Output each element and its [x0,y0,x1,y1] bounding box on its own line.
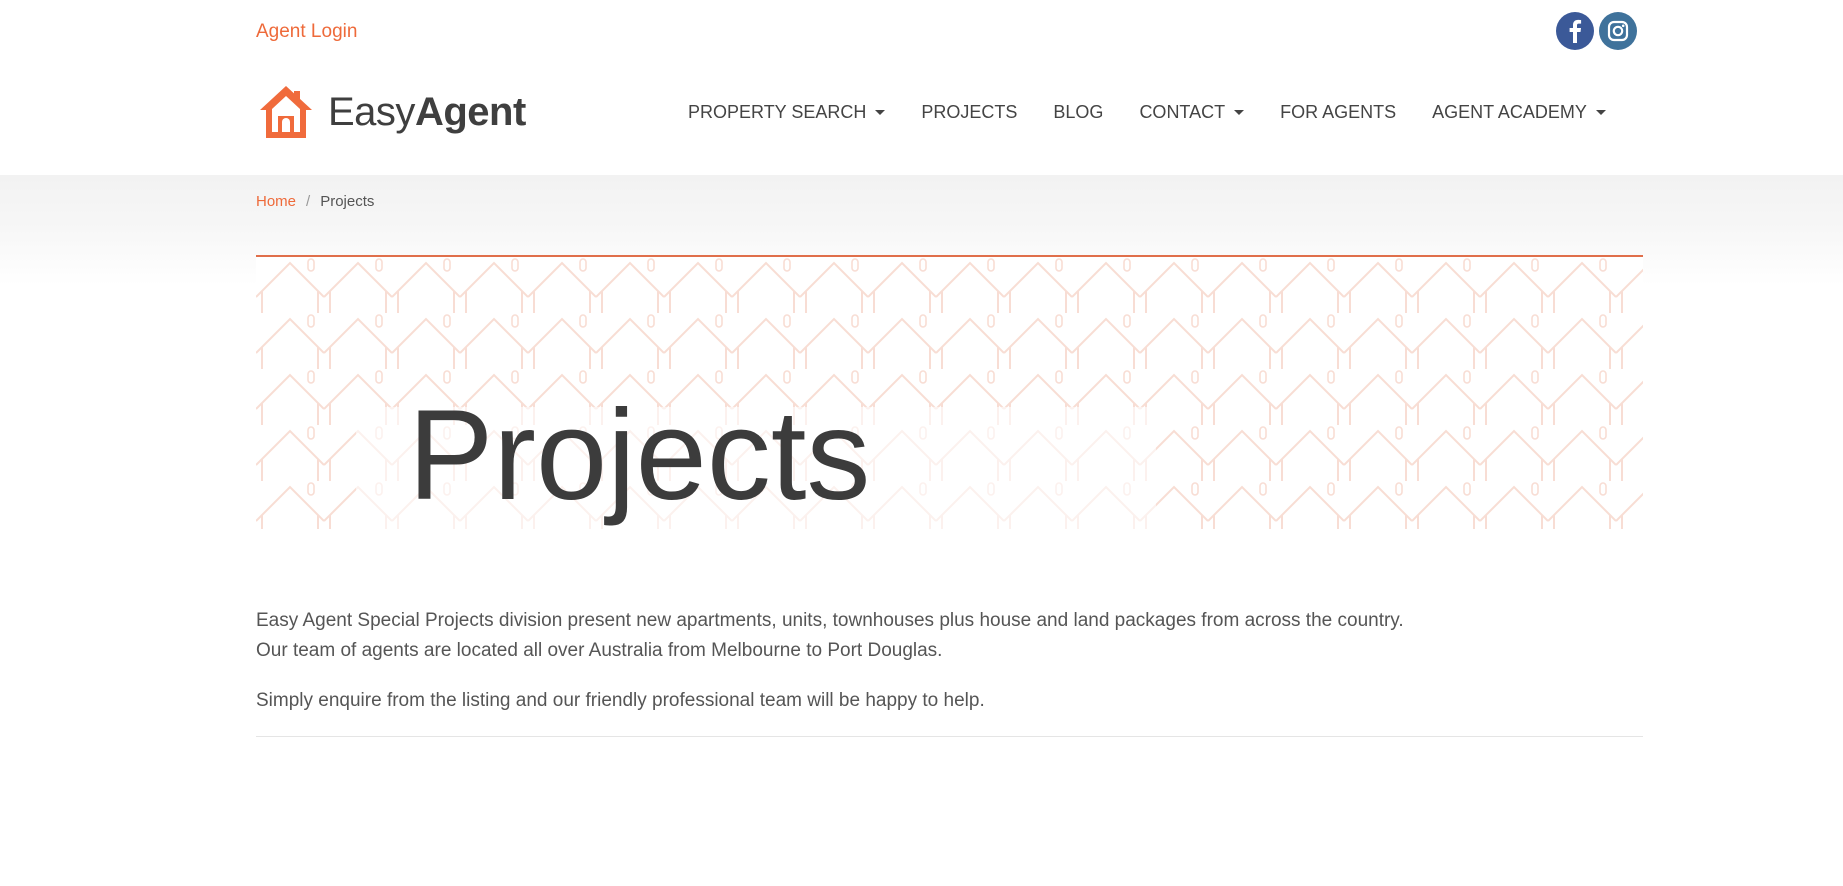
caret-down-icon [1595,110,1606,115]
nav-label: BLOG [1053,102,1104,122]
nav-item-contact[interactable]: CONTACT [1139,102,1245,123]
nav-label: PROPERTY SEARCH [688,102,867,122]
nav-item-agent-academy[interactable]: AGENT ACADEMY [1432,102,1606,123]
facebook-icon[interactable] [1556,12,1594,50]
nav-label: AGENT ACADEMY [1432,102,1587,122]
logo-text: EasyAgent [328,90,526,135]
nav-item-for-agents[interactable]: FOR AGENTS [1280,102,1396,123]
page-title: Projects [408,384,871,527]
logo-text-easy: Easy [328,89,415,134]
nav-label: CONTACT [1139,102,1226,122]
intro-paragraph-2: Simply enquire from the listing and our … [256,690,985,711]
site-header: EasyAgent PROPERTY SEARCH PROJECTS BLOG … [256,80,1643,175]
nav-item-projects[interactable]: PROJECTS [921,102,1017,123]
instagram-icon[interactable] [1599,12,1637,50]
nav-item-property-search[interactable]: PROPERTY SEARCH [688,102,886,123]
breadcrumb-current: Projects [320,193,375,210]
main-nav: PROPERTY SEARCH PROJECTS BLOG CONTACT FO… [688,102,1642,123]
breadcrumb-home-link[interactable]: Home [256,193,296,210]
caret-down-icon [875,110,886,115]
intro-line-1: Easy Agent Special Projects division pre… [256,610,1404,631]
site-logo[interactable]: EasyAgent [256,82,526,142]
agent-login-link[interactable]: Agent Login [256,21,357,43]
page-banner: Projects [256,255,1643,529]
breadcrumb: Home / Projects [256,193,1643,210]
breadcrumb-separator: / [306,193,311,210]
logo-text-agent: Agent [414,89,526,134]
caret-down-icon [1234,110,1245,115]
top-bar: Agent Login [256,0,1643,64]
intro-line-2: Our team of agents are located all over … [256,640,943,661]
nav-item-blog[interactable]: BLOG [1053,102,1103,123]
divider [256,736,1643,737]
nav-label: FOR AGENTS [1280,102,1397,122]
social-links [1556,12,1637,50]
intro-content: Easy Agent Special Projects division pre… [256,606,1643,736]
nav-label: PROJECTS [921,102,1018,122]
intro-paragraph: Easy Agent Special Projects division pre… [256,606,1643,666]
house-icon [260,86,312,138]
